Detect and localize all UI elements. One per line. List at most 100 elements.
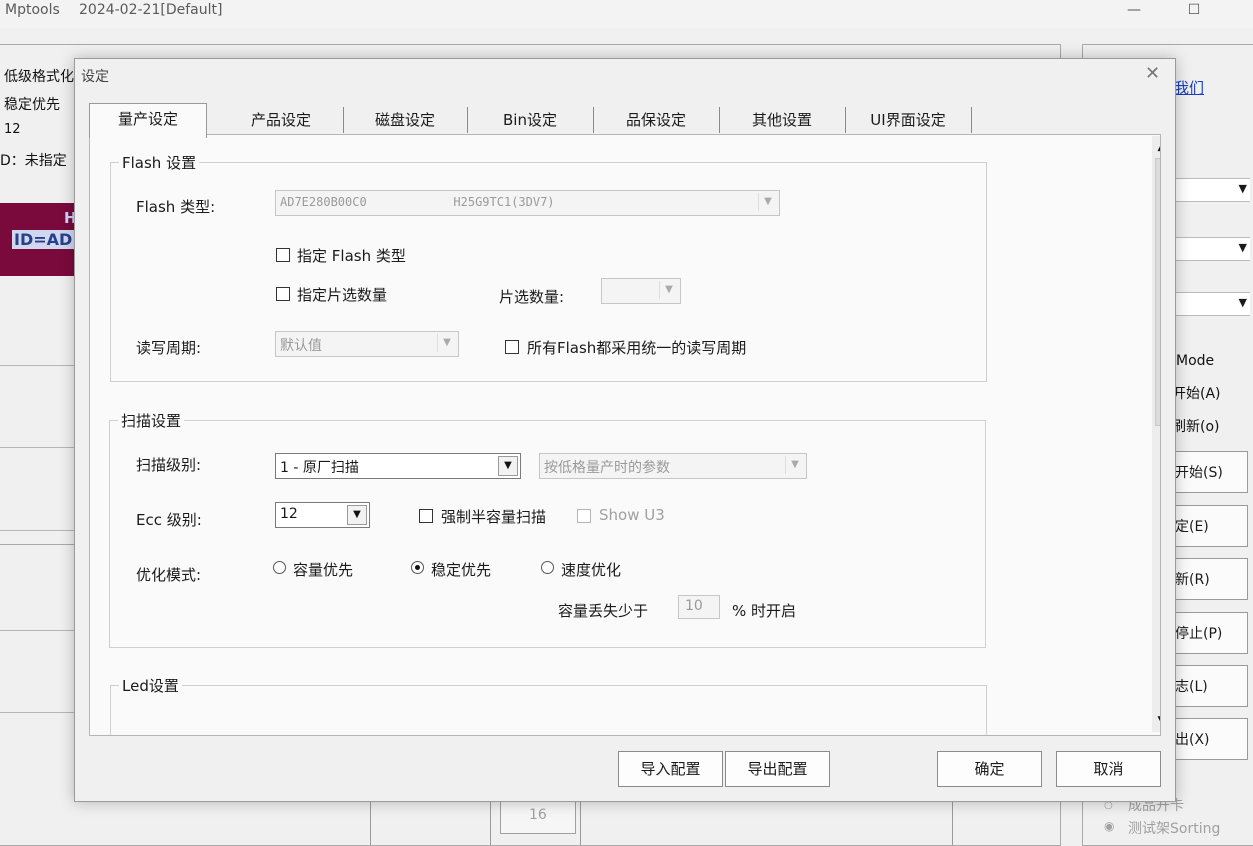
tab-production[interactable]: 量产设定: [89, 103, 207, 138]
exit-button-label: 出(X): [1175, 732, 1210, 748]
chevron-down-icon: ▼: [785, 456, 804, 474]
ecc-level-select[interactable]: 12 ▼: [275, 502, 370, 528]
stop-button-label: 停止(P): [1175, 626, 1223, 642]
scan-param-value: 按低格量产时的参数: [544, 460, 670, 476]
ecc-level-value: 12: [280, 506, 298, 522]
stability-priority-radio[interactable]: [411, 561, 424, 574]
half-capacity-scan-checkbox[interactable]: [419, 509, 433, 523]
dialog-title: 设定: [81, 69, 109, 85]
speed-optimize-label[interactable]: 速度优化: [561, 559, 621, 580]
tab-other[interactable]: 其他设置: [719, 107, 846, 133]
scan-group-title: 扫描设置: [118, 410, 185, 431]
specify-flash-type-label[interactable]: 指定 Flash 类型: [297, 245, 406, 266]
minimize-button[interactable]: —: [1111, 0, 1157, 24]
tab-product[interactable]: 产品设定: [219, 107, 344, 133]
refresh-button-label: 新(R): [1175, 572, 1210, 588]
led-settings-group: Led设置: [110, 675, 987, 735]
half-capacity-scan-label[interactable]: 强制半容量扫描: [441, 506, 546, 527]
chevron-down-icon: ▼: [347, 505, 367, 525]
contact-link[interactable]: 我们: [1174, 77, 1204, 98]
scan-level-label: 扫描级别:: [136, 456, 202, 474]
specify-flash-type-checkbox[interactable]: [276, 248, 290, 262]
tab-quality[interactable]: 品保设定: [593, 107, 720, 133]
flash-type-label: Flash 类型:: [136, 198, 216, 216]
close-icon[interactable]: ✕: [1145, 63, 1160, 84]
tab-disk[interactable]: 磁盘设定: [343, 107, 468, 133]
log-button[interactable]: 志(L): [1164, 665, 1248, 707]
bg-divider: [0, 530, 74, 531]
bg-id-label: D：未指定: [0, 153, 67, 169]
unified-cycle-label[interactable]: 所有Flash都采用统一的读写周期: [527, 337, 746, 358]
chevron-down-icon: ▼: [437, 334, 456, 352]
right-combo-1[interactable]: ▼: [1164, 178, 1250, 202]
start-button[interactable]: 开始(S): [1164, 451, 1248, 493]
maximize-button[interactable]: ☐: [1171, 0, 1217, 24]
bg-format-label: 低级格式化: [4, 69, 74, 85]
bg-divider: [0, 447, 74, 448]
chevron-down-icon: ▼: [1238, 296, 1247, 309]
tab-ui[interactable]: UI界面设定: [845, 107, 972, 133]
scroll-down-icon[interactable]: ▼: [1154, 712, 1160, 728]
bg-start-a-text[interactable]: 开始(A): [1172, 383, 1221, 403]
capacity-loss-label: 容量丢失少于: [558, 602, 649, 620]
cancel-button[interactable]: 取消: [1056, 751, 1161, 787]
refresh-button[interactable]: 新(R): [1164, 558, 1248, 600]
scan-level-select[interactable]: 1 - 原厂扫描 ▼: [275, 453, 521, 479]
unified-cycle-checkbox[interactable]: [505, 340, 519, 354]
panel-scrollbar[interactable]: ▲ ▼: [1152, 136, 1160, 732]
app-config-label: 2024-02-21[Default]: [79, 2, 223, 18]
production-settings-panel: Flash 设置 Flash 类型: AD7E280B00C0 H25G9TC1…: [89, 134, 1161, 736]
flash-group-title: Flash 设置: [119, 152, 200, 173]
settings-button[interactable]: 定(E): [1164, 505, 1248, 547]
log-button-label: 志(L): [1175, 679, 1208, 695]
stop-button[interactable]: 停止(P): [1164, 612, 1248, 654]
ecc-level-label: Ecc 级别:: [136, 511, 202, 529]
scan-level-value: 1 - 原厂扫描: [280, 460, 359, 476]
app-title: Mptools: [5, 2, 60, 18]
ce-count-label: 片选数量:: [499, 288, 565, 306]
capacity-priority-radio[interactable]: [273, 561, 286, 574]
port-tile-id: ID=AD: [12, 230, 75, 249]
export-config-button[interactable]: 导出配置: [725, 751, 830, 787]
right-combo-2[interactable]: ▼: [1164, 237, 1250, 261]
port-number-tile[interactable]: 16: [500, 800, 576, 834]
start-button-label: 开始(S): [1175, 465, 1223, 481]
radio-selected-icon[interactable]: ◉: [1104, 819, 1114, 833]
tab-bin[interactable]: Bin设定: [467, 107, 594, 133]
ce-count-select[interactable]: ▼: [601, 278, 681, 304]
bg-divider: [490, 800, 491, 845]
import-config-button[interactable]: 导入配置: [618, 751, 723, 787]
specify-ce-count-label[interactable]: 指定片选数量: [297, 284, 387, 305]
capacity-priority-label[interactable]: 容量优先: [293, 559, 353, 580]
bg-divider: [370, 800, 371, 845]
bg-refresh-text[interactable]: 刷新(o): [1172, 416, 1220, 436]
show-u3-label[interactable]: Show U3: [599, 506, 665, 524]
rw-cycle-label: 读写周期:: [136, 339, 202, 357]
flash-type-select[interactable]: AD7E280B00C0 H25G9TC1(3DV7) ▼: [275, 190, 780, 216]
bg-divider: [580, 800, 581, 845]
bg-divider: [0, 365, 74, 366]
sorting-radio-label[interactable]: 测试架Sorting: [1128, 818, 1220, 838]
led-group-title: Led设置: [119, 675, 182, 696]
scroll-up-icon[interactable]: ▲: [1154, 140, 1160, 156]
specify-ce-count-checkbox[interactable]: [276, 287, 290, 301]
speed-optimize-radio[interactable]: [541, 561, 554, 574]
chevron-down-icon: ▼: [659, 281, 678, 299]
right-combo-3[interactable]: ▼: [1164, 292, 1250, 316]
capacity-loss-input[interactable]: 10: [678, 595, 720, 619]
port-number-label: 16: [529, 807, 547, 823]
settings-dialog: 设定 ✕ 量产设定 产品设定 磁盘设定 Bin设定 品保设定 其他设置 UI界面…: [74, 58, 1176, 802]
settings-button-label: 定(E): [1175, 519, 1209, 535]
exit-button[interactable]: 出(X): [1164, 718, 1248, 760]
ok-button[interactable]: 确定: [937, 751, 1042, 787]
rw-cycle-select[interactable]: 默认值 ▼: [275, 331, 459, 357]
show-u3-checkbox[interactable]: [577, 509, 591, 523]
rw-cycle-value: 默认值: [280, 338, 322, 354]
bg-divider: [0, 630, 74, 631]
chevron-down-icon: ▼: [1238, 241, 1247, 254]
stability-priority-label[interactable]: 稳定优先: [431, 559, 491, 580]
main-titlebar: Mptools 2024-02-21[Default] — ☐: [0, 0, 1253, 28]
scan-param-select[interactable]: 按低格量产时的参数 ▼: [539, 453, 807, 479]
bg-mode-text: Mode: [1176, 353, 1215, 369]
scrollbar-thumb[interactable]: [1155, 158, 1160, 426]
